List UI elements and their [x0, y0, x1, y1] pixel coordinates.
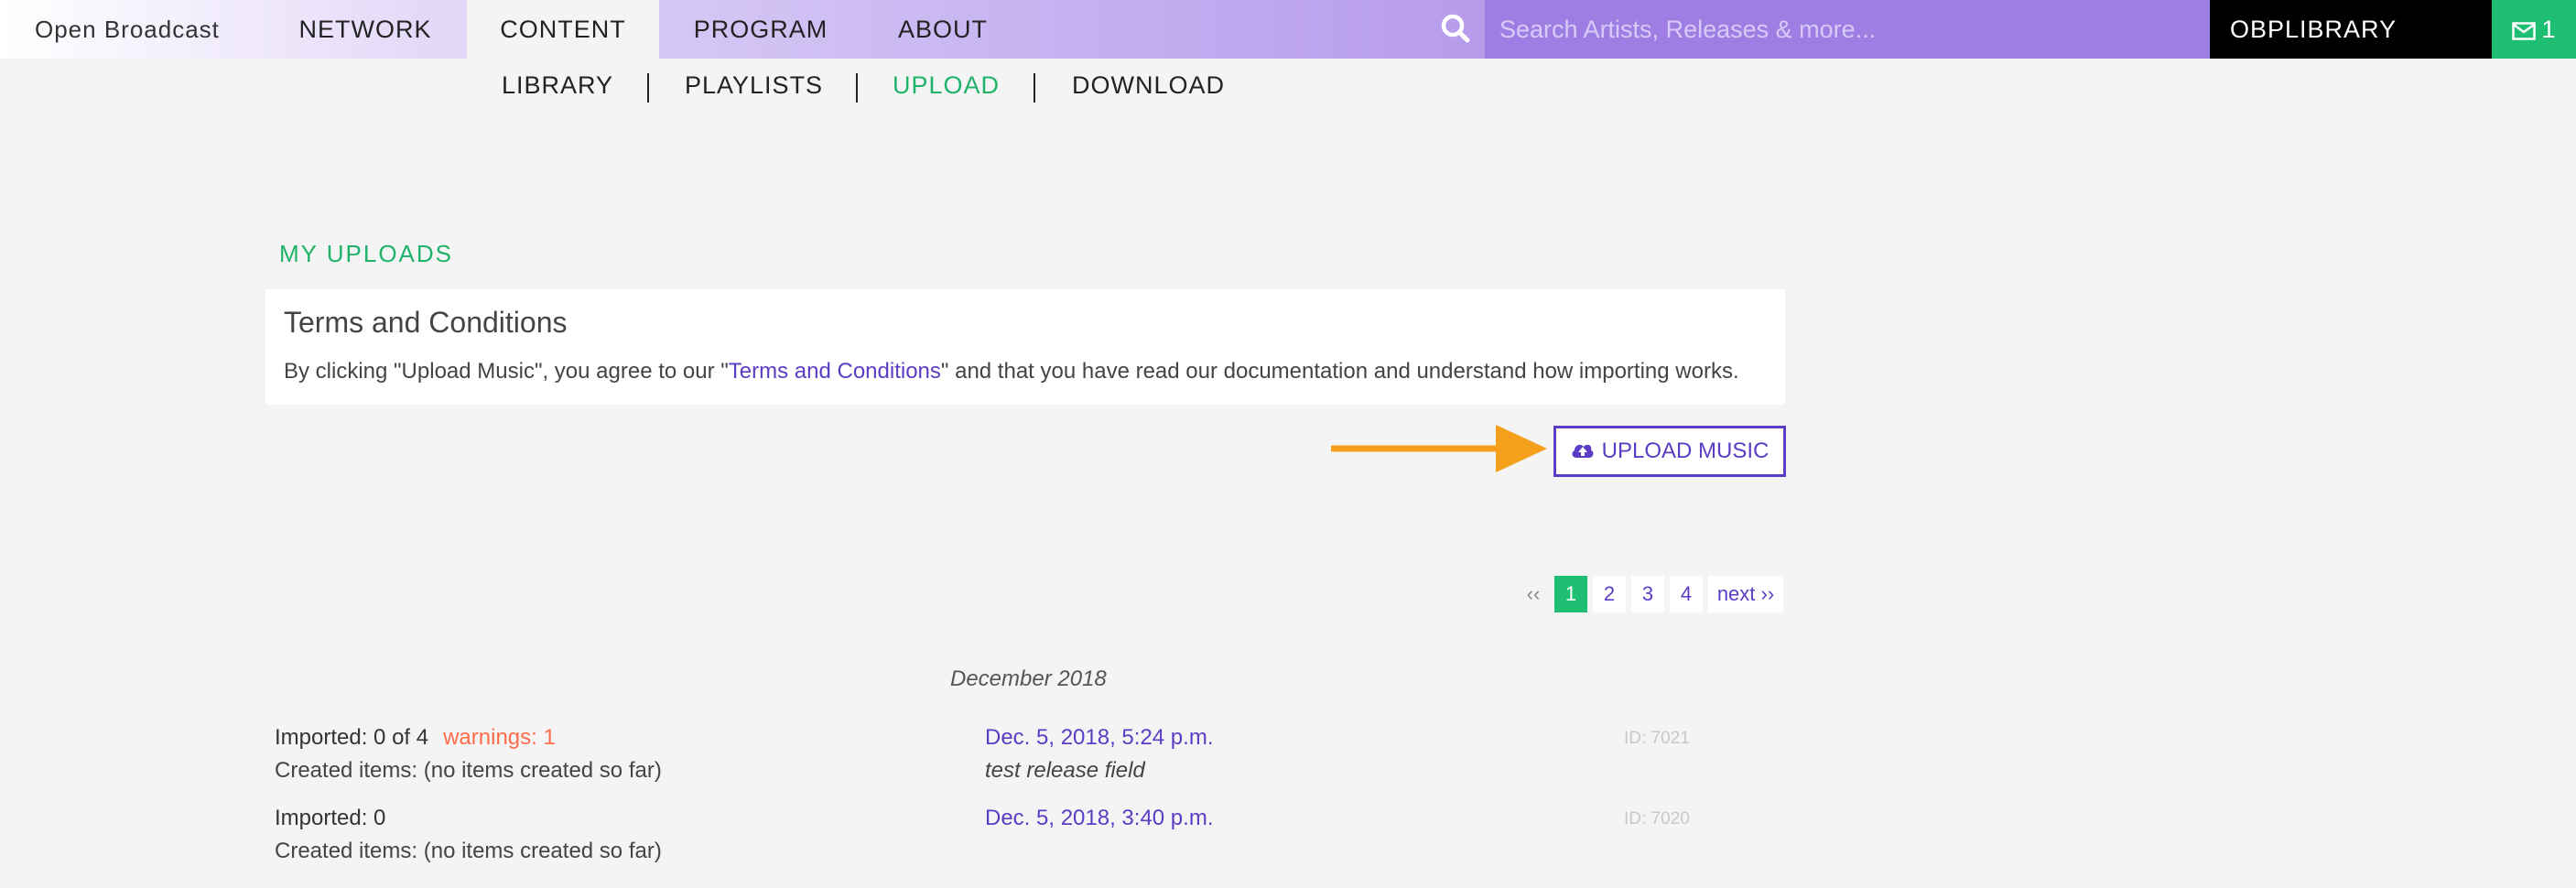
- cloud-upload-icon: [1572, 444, 1594, 458]
- imported-count: Imported: 0 of 4: [275, 725, 429, 750]
- nav-item-content[interactable]: CONTENT: [467, 0, 659, 59]
- month-heading: December 2018: [950, 666, 1107, 691]
- terms-text: By clicking "Upload Music", you agree to…: [284, 359, 1739, 384]
- subnav-item-playlists[interactable]: PLAYLISTS: [685, 71, 823, 100]
- top-navigation-bar: Open Broadcast NETWORK CONTENT PROGRAM A…: [0, 0, 2576, 59]
- upload-music-label: UPLOAD MUSIC: [1601, 439, 1770, 463]
- upload-note: test release field: [985, 758, 1145, 783]
- search-bar: [1428, 0, 2210, 59]
- terms-text-after: " and that you have read our documentati…: [940, 359, 1739, 384]
- imported-count: Imported: 0: [275, 806, 386, 830]
- library-menu-button[interactable]: OBPLIBRARY: [2210, 0, 2492, 59]
- warnings-count[interactable]: warnings: 1: [443, 725, 556, 750]
- pagination-page-2[interactable]: 2: [1593, 576, 1626, 612]
- created-items: Created items: (no items created so far): [275, 839, 662, 863]
- upload-id: ID: 7020: [1624, 809, 1690, 828]
- import-status: Imported: 0 of 4 warnings: 1: [275, 725, 556, 751]
- search-input[interactable]: [1485, 0, 2210, 59]
- brand-logo[interactable]: Open Broadcast: [35, 0, 220, 59]
- subnav-item-download[interactable]: DOWNLOAD: [1072, 71, 1225, 100]
- import-status: Imported: 0: [275, 806, 385, 831]
- subnav-divider: [1034, 73, 1035, 103]
- terms-title: Terms and Conditions: [284, 306, 568, 339]
- nav-item-program[interactable]: PROGRAM: [661, 0, 860, 59]
- nav-item-about[interactable]: ABOUT: [871, 0, 1014, 59]
- upload-id: ID: 7021: [1624, 729, 1690, 748]
- list-item: Imported: 0 of 4 warnings: 1 Created item…: [275, 725, 1831, 807]
- subnav-item-upload[interactable]: UPLOAD: [893, 71, 1000, 100]
- pagination-prev[interactable]: ‹‹: [1520, 576, 1547, 612]
- subnav-divider: [856, 73, 858, 103]
- page-title: MY UPLOADS: [279, 240, 454, 267]
- upload-music-button[interactable]: UPLOAD MUSIC: [1553, 426, 1786, 477]
- pagination-page-3[interactable]: 3: [1631, 576, 1664, 612]
- subnav-divider: [647, 73, 649, 103]
- subnav-item-library[interactable]: LIBRARY: [502, 71, 613, 100]
- nav-item-network[interactable]: NETWORK: [275, 0, 456, 59]
- upload-date-link[interactable]: Dec. 5, 2018, 3:40 p.m.: [985, 806, 1213, 831]
- arrow-annotation-icon: [1331, 425, 1547, 472]
- pagination-page-1[interactable]: 1: [1554, 576, 1587, 612]
- envelope-icon: [2512, 22, 2537, 40]
- pagination-page-4[interactable]: 4: [1670, 576, 1703, 612]
- list-item: Imported: 0 Created items: (no items cre…: [275, 806, 1831, 888]
- terms-text-before: By clicking "Upload Music", you agree to…: [284, 359, 729, 384]
- upload-date-link[interactable]: Dec. 5, 2018, 5:24 p.m.: [985, 725, 1213, 751]
- terms-link[interactable]: Terms and Conditions: [729, 359, 941, 384]
- messages-button[interactable]: 1: [2492, 0, 2576, 59]
- message-count: 1: [2541, 16, 2556, 43]
- search-icon[interactable]: [1428, 0, 1485, 59]
- pagination-next[interactable]: next ››: [1708, 576, 1783, 612]
- terms-panel: Terms and Conditions By clicking "Upload…: [265, 289, 1785, 405]
- created-items: Created items: (no items created so far): [275, 758, 662, 783]
